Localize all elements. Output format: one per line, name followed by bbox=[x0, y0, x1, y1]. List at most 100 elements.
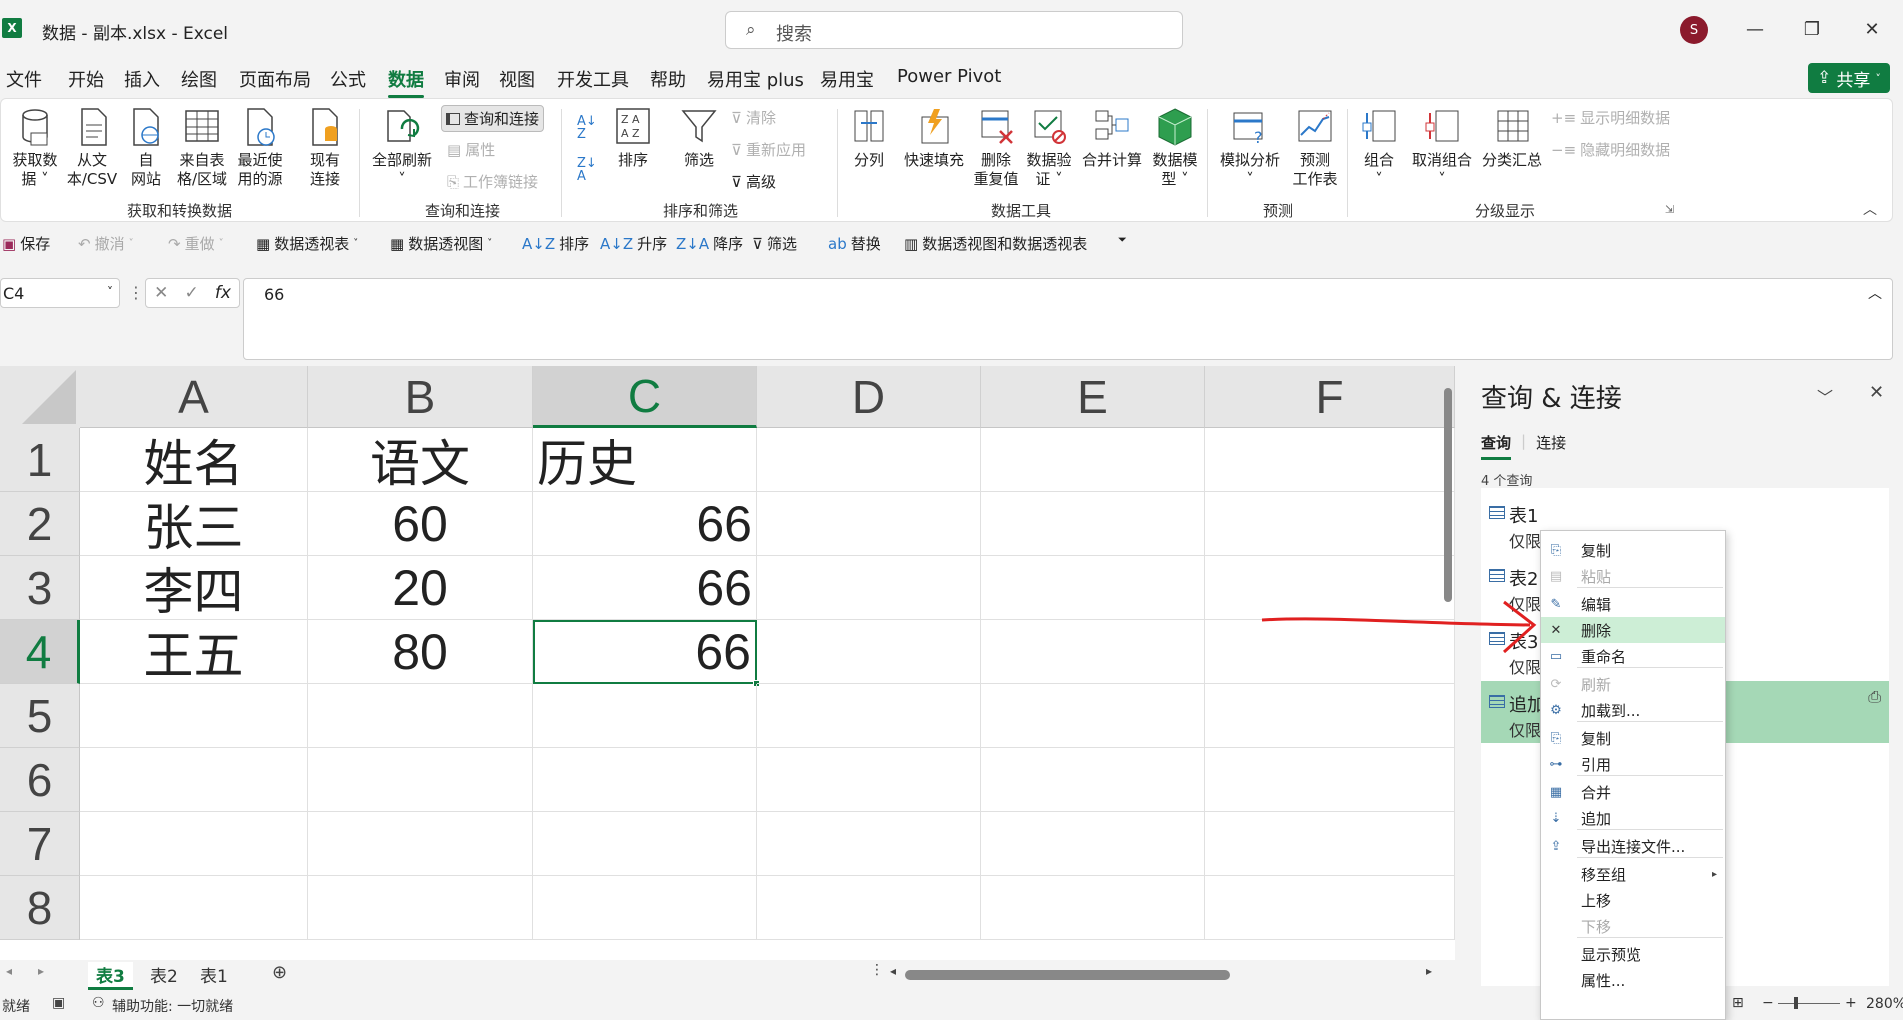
tab-splitter-icon[interactable]: ⋮ bbox=[870, 962, 884, 978]
cell-a7[interactable] bbox=[80, 812, 308, 876]
cell-a3[interactable]: 李四 bbox=[80, 556, 308, 620]
menu-tab-1[interactable]: 开始 bbox=[68, 66, 104, 92]
refresh-all-button[interactable]: 全部刷新 ˅ bbox=[369, 107, 435, 189]
cell-c6[interactable] bbox=[533, 748, 757, 812]
cell-b5[interactable] bbox=[308, 684, 533, 748]
subtotal-button[interactable]: 分类汇总 bbox=[1479, 107, 1545, 170]
cell-b8[interactable] bbox=[308, 876, 533, 940]
name-box[interactable]: C4 ˅ bbox=[0, 278, 120, 308]
from-text-button[interactable]: 从文 本/CSV bbox=[67, 107, 117, 189]
row-header-3[interactable]: 3 bbox=[0, 556, 80, 620]
existing-connections-button[interactable]: 现有 连接 bbox=[305, 107, 345, 189]
avatar[interactable]: S bbox=[1680, 16, 1708, 44]
share-button[interactable]: ⇪ 共享 ˅ bbox=[1808, 63, 1890, 93]
vertical-scroll-thumb[interactable] bbox=[1444, 388, 1452, 602]
consolidate-button[interactable]: 合并计算 bbox=[1079, 107, 1145, 170]
collapse-ribbon-icon[interactable]: ︿ bbox=[1863, 199, 1877, 219]
context-menu-item[interactable]: ⟳ 刷新 bbox=[1541, 671, 1725, 697]
cell-c4[interactable]: 66 bbox=[533, 620, 757, 684]
cell-c8[interactable] bbox=[533, 876, 757, 940]
pane-options-chevron-icon[interactable]: ﹀ bbox=[1817, 384, 1833, 408]
cell-d8[interactable] bbox=[757, 876, 981, 940]
menu-tab-3[interactable]: 绘图 bbox=[181, 66, 217, 92]
cell-c1[interactable]: 历史 bbox=[533, 428, 757, 492]
zoom-level[interactable]: 280% bbox=[1866, 996, 1903, 1012]
hide-detail-button[interactable]: −≡ 隐藏明细数据 bbox=[1551, 139, 1670, 160]
qat-pivot-table-button[interactable]: ▦ 数据透视表 ˅ bbox=[256, 233, 358, 254]
minimize-button[interactable]: — bbox=[1735, 12, 1775, 46]
cell-b7[interactable] bbox=[308, 812, 533, 876]
macro-record-icon[interactable]: ▣ bbox=[52, 995, 65, 1011]
row-header-7[interactable]: 7 bbox=[0, 812, 80, 876]
menu-tab-13[interactable]: Power Pivot bbox=[897, 66, 1001, 87]
cell-d4[interactable] bbox=[757, 620, 981, 684]
zoom-in-icon[interactable]: + bbox=[1845, 995, 1857, 1011]
chevron-up-icon[interactable]: ︿ bbox=[1868, 283, 1882, 303]
cell-d1[interactable] bbox=[757, 428, 981, 492]
context-menu-item[interactable]: ⇪ 导出连接文件... bbox=[1541, 833, 1725, 859]
menu-tab-7[interactable]: 审阅 bbox=[444, 66, 480, 92]
formula-input[interactable]: 66 ︿ bbox=[243, 278, 1893, 360]
qat-sort-desc-button[interactable]: Z↓A 降序 bbox=[676, 233, 743, 254]
qat-replace-button[interactable]: ab 替换 bbox=[828, 233, 881, 254]
cell-e6[interactable] bbox=[981, 748, 1205, 812]
menu-tab-2[interactable]: 插入 bbox=[124, 66, 160, 92]
row-header-6[interactable]: 6 bbox=[0, 748, 80, 812]
confirm-icon[interactable]: ✓ bbox=[184, 283, 198, 303]
context-menu-item[interactable]: ⊶ 引用 bbox=[1541, 751, 1725, 777]
cell-e1[interactable] bbox=[981, 428, 1205, 492]
menu-tab-4[interactable]: 页面布局 bbox=[239, 66, 311, 92]
row-header-8[interactable]: 8 bbox=[0, 876, 80, 940]
column-header-b[interactable]: B bbox=[308, 366, 533, 428]
qat-save-button[interactable]: ▣ 保存 bbox=[2, 233, 50, 254]
context-menu-item[interactable]: ⚙ 加载到... bbox=[1541, 697, 1725, 723]
page-layout-icon[interactable]: ⊞ bbox=[1732, 995, 1744, 1011]
formula-bar-menu-icon[interactable]: ⋮ bbox=[128, 283, 144, 302]
clear-filter-button[interactable]: ⊽ 清除 bbox=[731, 107, 776, 128]
sheet-tab-1[interactable]: 表2 bbox=[142, 962, 186, 987]
cell-a1[interactable]: 姓名 bbox=[80, 428, 308, 492]
cell-f5[interactable] bbox=[1205, 684, 1455, 748]
cell-b1[interactable]: 语文 bbox=[308, 428, 533, 492]
context-menu-item[interactable]: 显示预览 bbox=[1541, 941, 1725, 967]
prev-sheet-icon[interactable]: ◂ bbox=[6, 964, 12, 978]
group-button[interactable]: 组合 ˅ bbox=[1359, 107, 1399, 189]
context-menu-item[interactable]: 属性... bbox=[1541, 967, 1725, 993]
remove-duplicates-button[interactable]: 删除 重复值 bbox=[971, 107, 1021, 189]
menu-tab-0[interactable]: 文件 bbox=[6, 66, 42, 92]
next-sheet-icon[interactable]: ▸ bbox=[38, 964, 44, 978]
column-header-d[interactable]: D bbox=[757, 366, 981, 428]
qat-sort-button[interactable]: A↓Z 排序 bbox=[522, 233, 589, 254]
context-menu-item[interactable]: ▦ 合并 bbox=[1541, 779, 1725, 805]
context-menu-item[interactable]: ⇣ 追加 bbox=[1541, 805, 1725, 831]
cell-d5[interactable] bbox=[757, 684, 981, 748]
row-header-5[interactable]: 5 bbox=[0, 684, 80, 748]
cell-c2[interactable]: 66 bbox=[533, 492, 757, 556]
cell-e7[interactable] bbox=[981, 812, 1205, 876]
advanced-filter-button[interactable]: ⊽ 高级 bbox=[731, 171, 776, 192]
cell-f6[interactable] bbox=[1205, 748, 1455, 812]
qat-pivot-both-button[interactable]: ▥ 数据透视图和数据透视表 bbox=[904, 233, 1087, 254]
add-sheet-button[interactable]: ⊕ bbox=[272, 962, 287, 983]
context-menu-item[interactable]: ⎘ 复制 bbox=[1541, 537, 1725, 563]
cancel-icon[interactable]: ✕ bbox=[154, 283, 168, 303]
context-menu-item[interactable]: ▭ 重命名 bbox=[1541, 643, 1725, 669]
row-header-4[interactable]: 4 bbox=[0, 620, 80, 684]
column-header-c[interactable]: C bbox=[533, 366, 757, 428]
context-menu-item[interactable]: ⎘ 复制 bbox=[1541, 725, 1725, 751]
cell-f2[interactable] bbox=[1205, 492, 1455, 556]
menu-tab-5[interactable]: 公式 bbox=[330, 66, 366, 92]
restore-button[interactable]: ❐ bbox=[1792, 12, 1832, 46]
tab-queries[interactable]: 查询 bbox=[1481, 432, 1512, 460]
menu-tab-10[interactable]: 帮助 bbox=[650, 66, 686, 92]
cell-d7[interactable] bbox=[757, 812, 981, 876]
zoom-out-icon[interactable]: − bbox=[1762, 995, 1774, 1011]
text-to-columns-button[interactable]: 分列 bbox=[849, 107, 889, 170]
menu-tab-6[interactable]: 数据 bbox=[388, 66, 424, 98]
scroll-right-icon[interactable]: ▸ bbox=[1426, 964, 1432, 978]
worksheet-grid[interactable]: A B C D E F 1 姓名 语文 历史 2 张三 60 66 3 李四 20 66 4 王五 80 66 5 6 7 8 bbox=[0, 366, 1455, 960]
cell-b4[interactable]: 80 bbox=[308, 620, 533, 684]
accessibility-status[interactable]: 辅助功能: 一切就绪 bbox=[112, 996, 233, 1016]
cell-f7[interactable] bbox=[1205, 812, 1455, 876]
ungroup-button[interactable]: 取消组合 ˅ bbox=[1409, 107, 1475, 189]
